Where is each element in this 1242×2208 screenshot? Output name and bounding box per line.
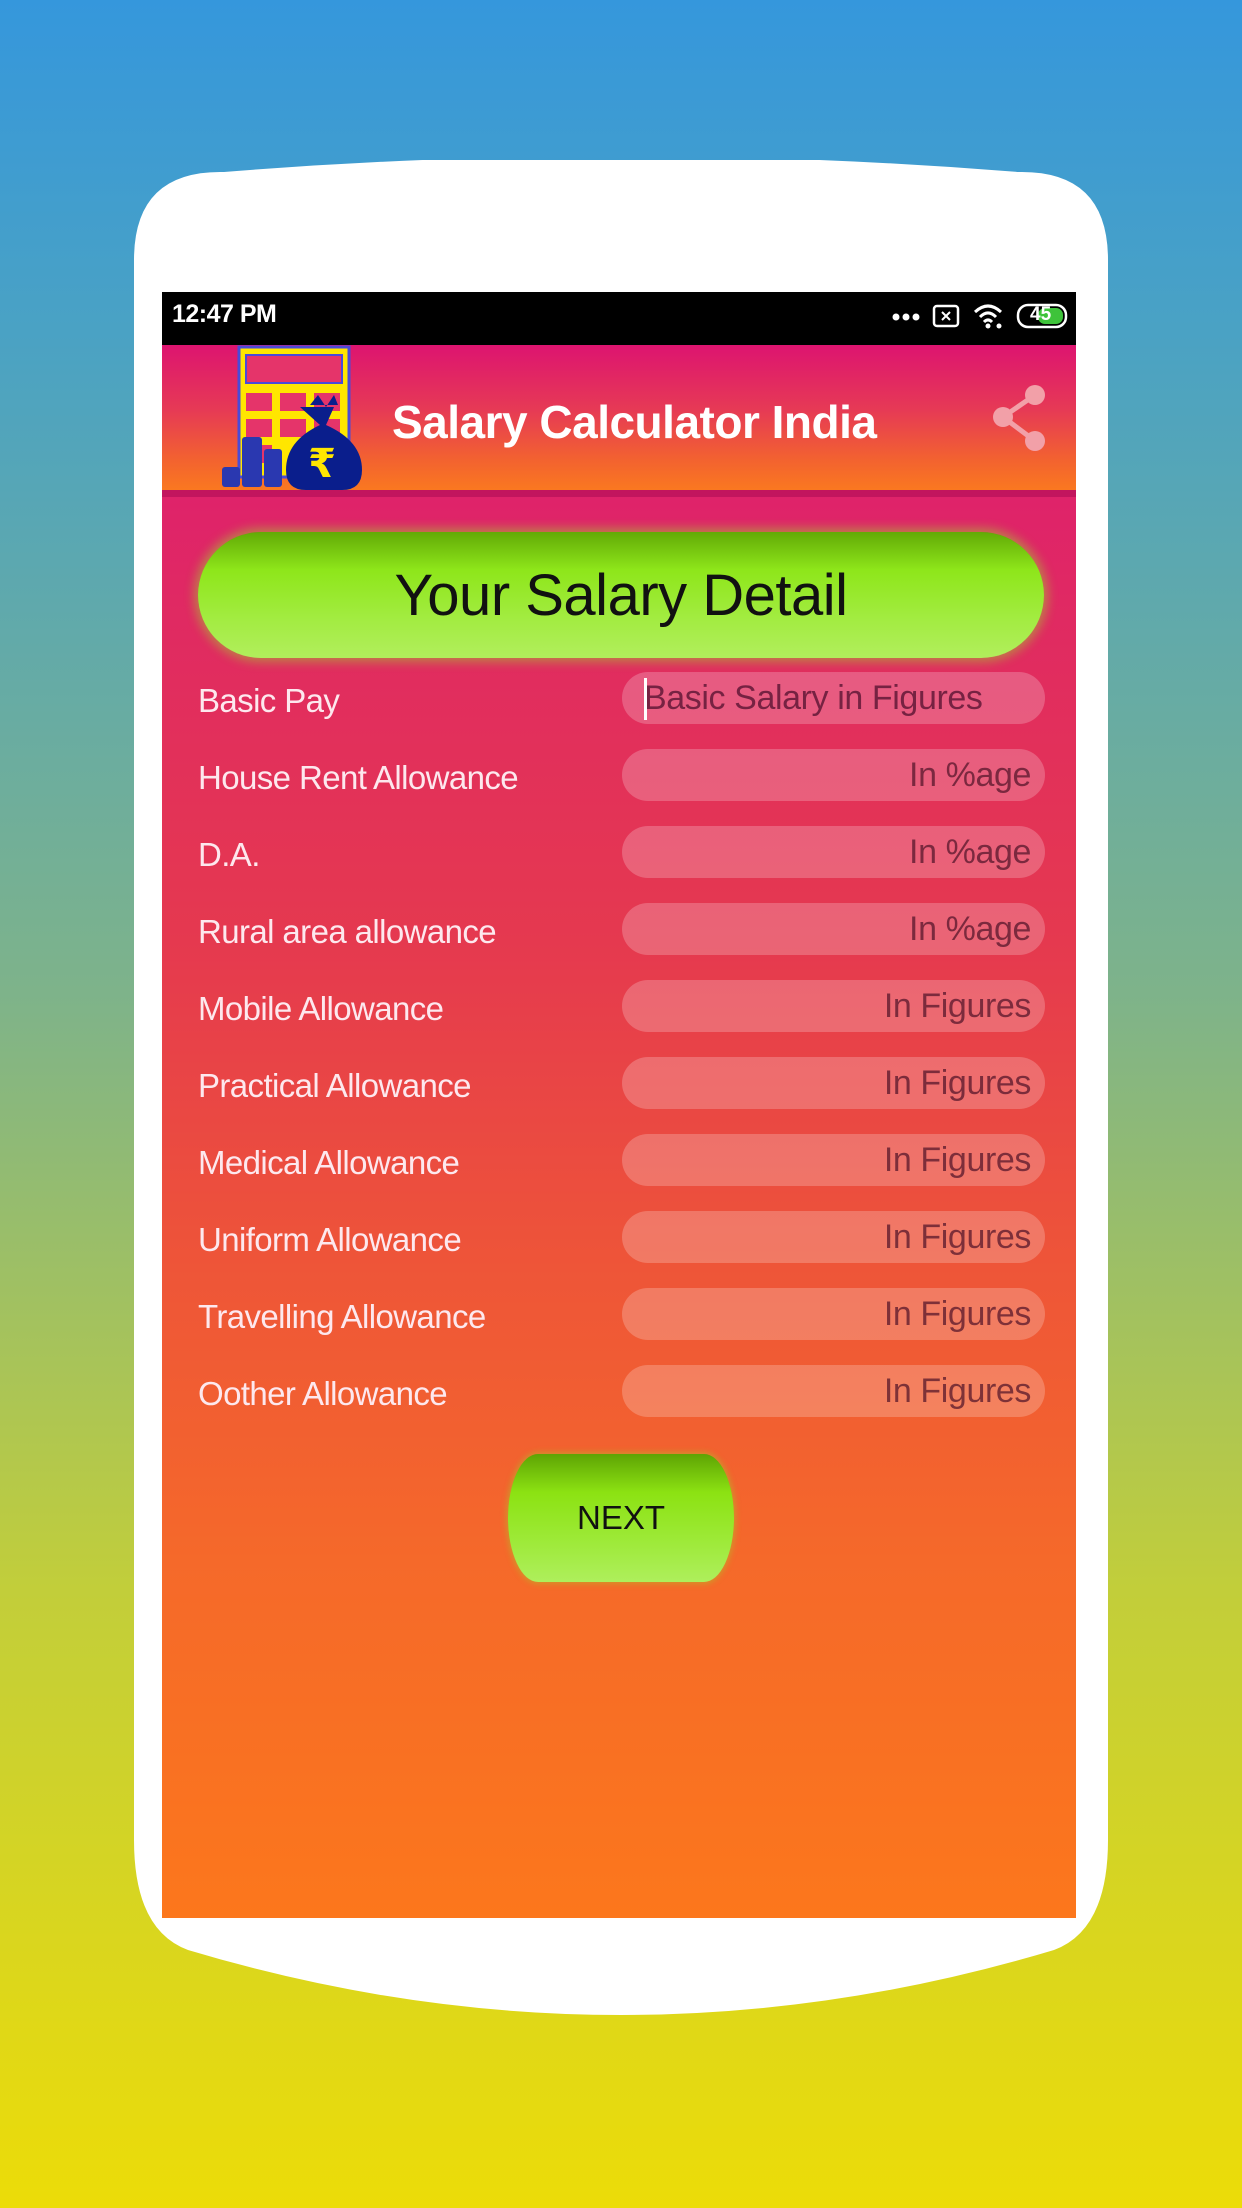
basic-pay-input[interactable]	[622, 672, 1045, 724]
other-allowance-input[interactable]	[622, 1365, 1045, 1417]
more-dots-icon	[892, 313, 920, 321]
field-label: Travelling Allowance	[198, 1298, 486, 1335]
form-row-basic-pay: Basic Pay	[162, 672, 1076, 726]
share-button[interactable]	[989, 383, 1051, 453]
form-row-rural: Rural area allowance	[162, 903, 1076, 957]
field-label: Oother Allowance	[198, 1375, 448, 1412]
uniform-allowance-input[interactable]	[622, 1211, 1045, 1263]
da-input[interactable]	[622, 826, 1045, 878]
app-screen: 12:47 PM 45 ₹ Salary Calculator India Yo…	[162, 292, 1076, 1918]
medical-allowance-input[interactable]	[622, 1134, 1045, 1186]
field-label: D.A.	[198, 836, 260, 873]
form-row-other: Oother Allowance	[162, 1365, 1076, 1419]
form-row-uniform: Uniform Allowance	[162, 1211, 1076, 1265]
practical-allowance-input[interactable]	[622, 1057, 1045, 1109]
battery-icon: 45	[1016, 303, 1070, 329]
app-bar-divider	[162, 490, 1076, 497]
app-title: Salary Calculator India	[392, 396, 877, 448]
status-time: 12:47 PM	[172, 300, 277, 328]
field-label: Uniform Allowance	[198, 1221, 462, 1258]
form-row-practical: Practical Allowance	[162, 1057, 1076, 1111]
svg-text:₹: ₹	[308, 441, 336, 487]
salary-detail-header: Your Salary Detail	[198, 532, 1044, 658]
house-rent-allowance-input[interactable]	[622, 749, 1045, 801]
form-row-da: D.A.	[162, 826, 1076, 880]
next-button[interactable]: NEXT	[508, 1454, 734, 1582]
text-cursor	[644, 678, 647, 720]
field-label: Medical Allowance	[198, 1144, 460, 1181]
app-bar: ₹ Salary Calculator India	[162, 345, 1076, 490]
field-label: Practical Allowance	[198, 1067, 472, 1104]
form-row-mobile: Mobile Allowance	[162, 980, 1076, 1034]
status-bar: 12:47 PM 45	[162, 292, 1076, 345]
mobile-allowance-input[interactable]	[622, 980, 1045, 1032]
battery-level: 45	[1030, 304, 1052, 325]
rural-area-allowance-input[interactable]	[622, 903, 1045, 955]
travelling-allowance-input[interactable]	[622, 1288, 1045, 1340]
field-label: House Rent Allowance	[198, 759, 519, 796]
calculator-money-bag-icon: ₹	[222, 345, 362, 490]
field-label: Rural area allowance	[198, 913, 497, 950]
form-row-medical: Medical Allowance	[162, 1134, 1076, 1188]
close-box-icon	[932, 304, 960, 328]
field-label: Mobile Allowance	[198, 990, 444, 1027]
header-title: Your Salary Detail	[394, 562, 848, 628]
field-label: Basic Pay	[198, 682, 340, 719]
share-icon	[993, 385, 1045, 451]
wifi-icon	[973, 304, 1003, 329]
form-row-travelling: Travelling Allowance	[162, 1288, 1076, 1342]
form-row-hra: House Rent Allowance	[162, 749, 1076, 803]
